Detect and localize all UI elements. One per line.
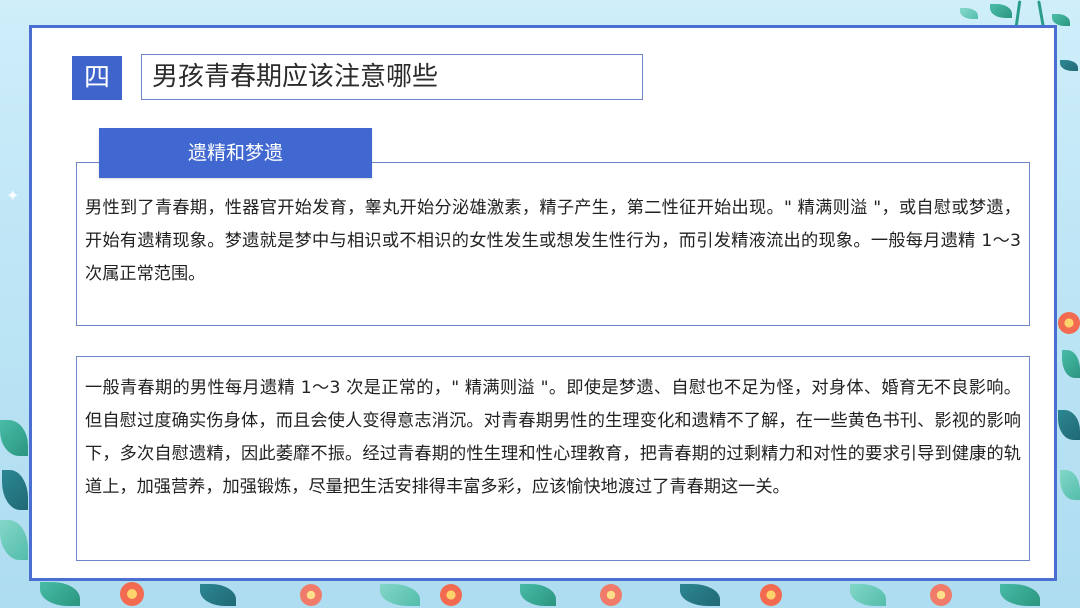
- flower-decoration: [120, 582, 144, 606]
- leaf-decoration: [200, 584, 236, 606]
- text-box-1: 男性到了青春期，性器官开始发育，睾丸开始分泌雄激素，精子产生，第二性征开始出现。…: [76, 162, 1030, 326]
- leaf-decoration: [40, 582, 80, 606]
- paragraph-2: 一般青春期的男性每月遗精 1～3 次是正常的，" 精满则溢 "。即使是梦遗、自慰…: [85, 378, 1021, 497]
- section-title: 男孩青春期应该注意哪些: [152, 62, 439, 92]
- slide-card: 四 男孩青春期应该注意哪些 男性到了青春期，性器官开始发育，睾丸开始分泌雄激素，…: [29, 25, 1057, 581]
- leaf-decoration: [1058, 410, 1080, 440]
- leaf-decoration: [0, 420, 28, 456]
- flower-decoration: [930, 584, 952, 606]
- leaf-decoration: [990, 4, 1012, 18]
- leaf-decoration: [960, 8, 978, 19]
- leaf-decoration: [520, 584, 556, 606]
- flower-decoration: [440, 584, 462, 606]
- leaf-decoration: [0, 520, 28, 560]
- leaf-decoration: [380, 584, 420, 606]
- section-title-box: 男孩青春期应该注意哪些: [141, 54, 643, 100]
- leaf-decoration: [850, 584, 886, 606]
- leaf-decoration: [1000, 584, 1040, 606]
- section-number: 四: [72, 56, 122, 100]
- leaf-decoration: [1062, 350, 1080, 378]
- flower-decoration: [600, 584, 622, 606]
- flower-decoration: [300, 584, 322, 606]
- paragraph-1: 男性到了青春期，性器官开始发育，睾丸开始分泌雄激素，精子产生，第二性征开始出现。…: [85, 198, 1021, 284]
- subtopic-tag: 遗精和梦遗: [99, 128, 372, 178]
- leaf-decoration: [1060, 60, 1078, 71]
- flower-decoration: [760, 584, 782, 606]
- flower-decoration: [1058, 312, 1080, 334]
- leaf-decoration: [680, 584, 720, 606]
- sparkle-decoration: ✦: [6, 186, 20, 205]
- leaf-decoration: [1060, 470, 1080, 500]
- leaf-decoration: [2, 470, 28, 510]
- text-box-2: 一般青春期的男性每月遗精 1～3 次是正常的，" 精满则溢 "。即使是梦遗、自慰…: [76, 356, 1030, 561]
